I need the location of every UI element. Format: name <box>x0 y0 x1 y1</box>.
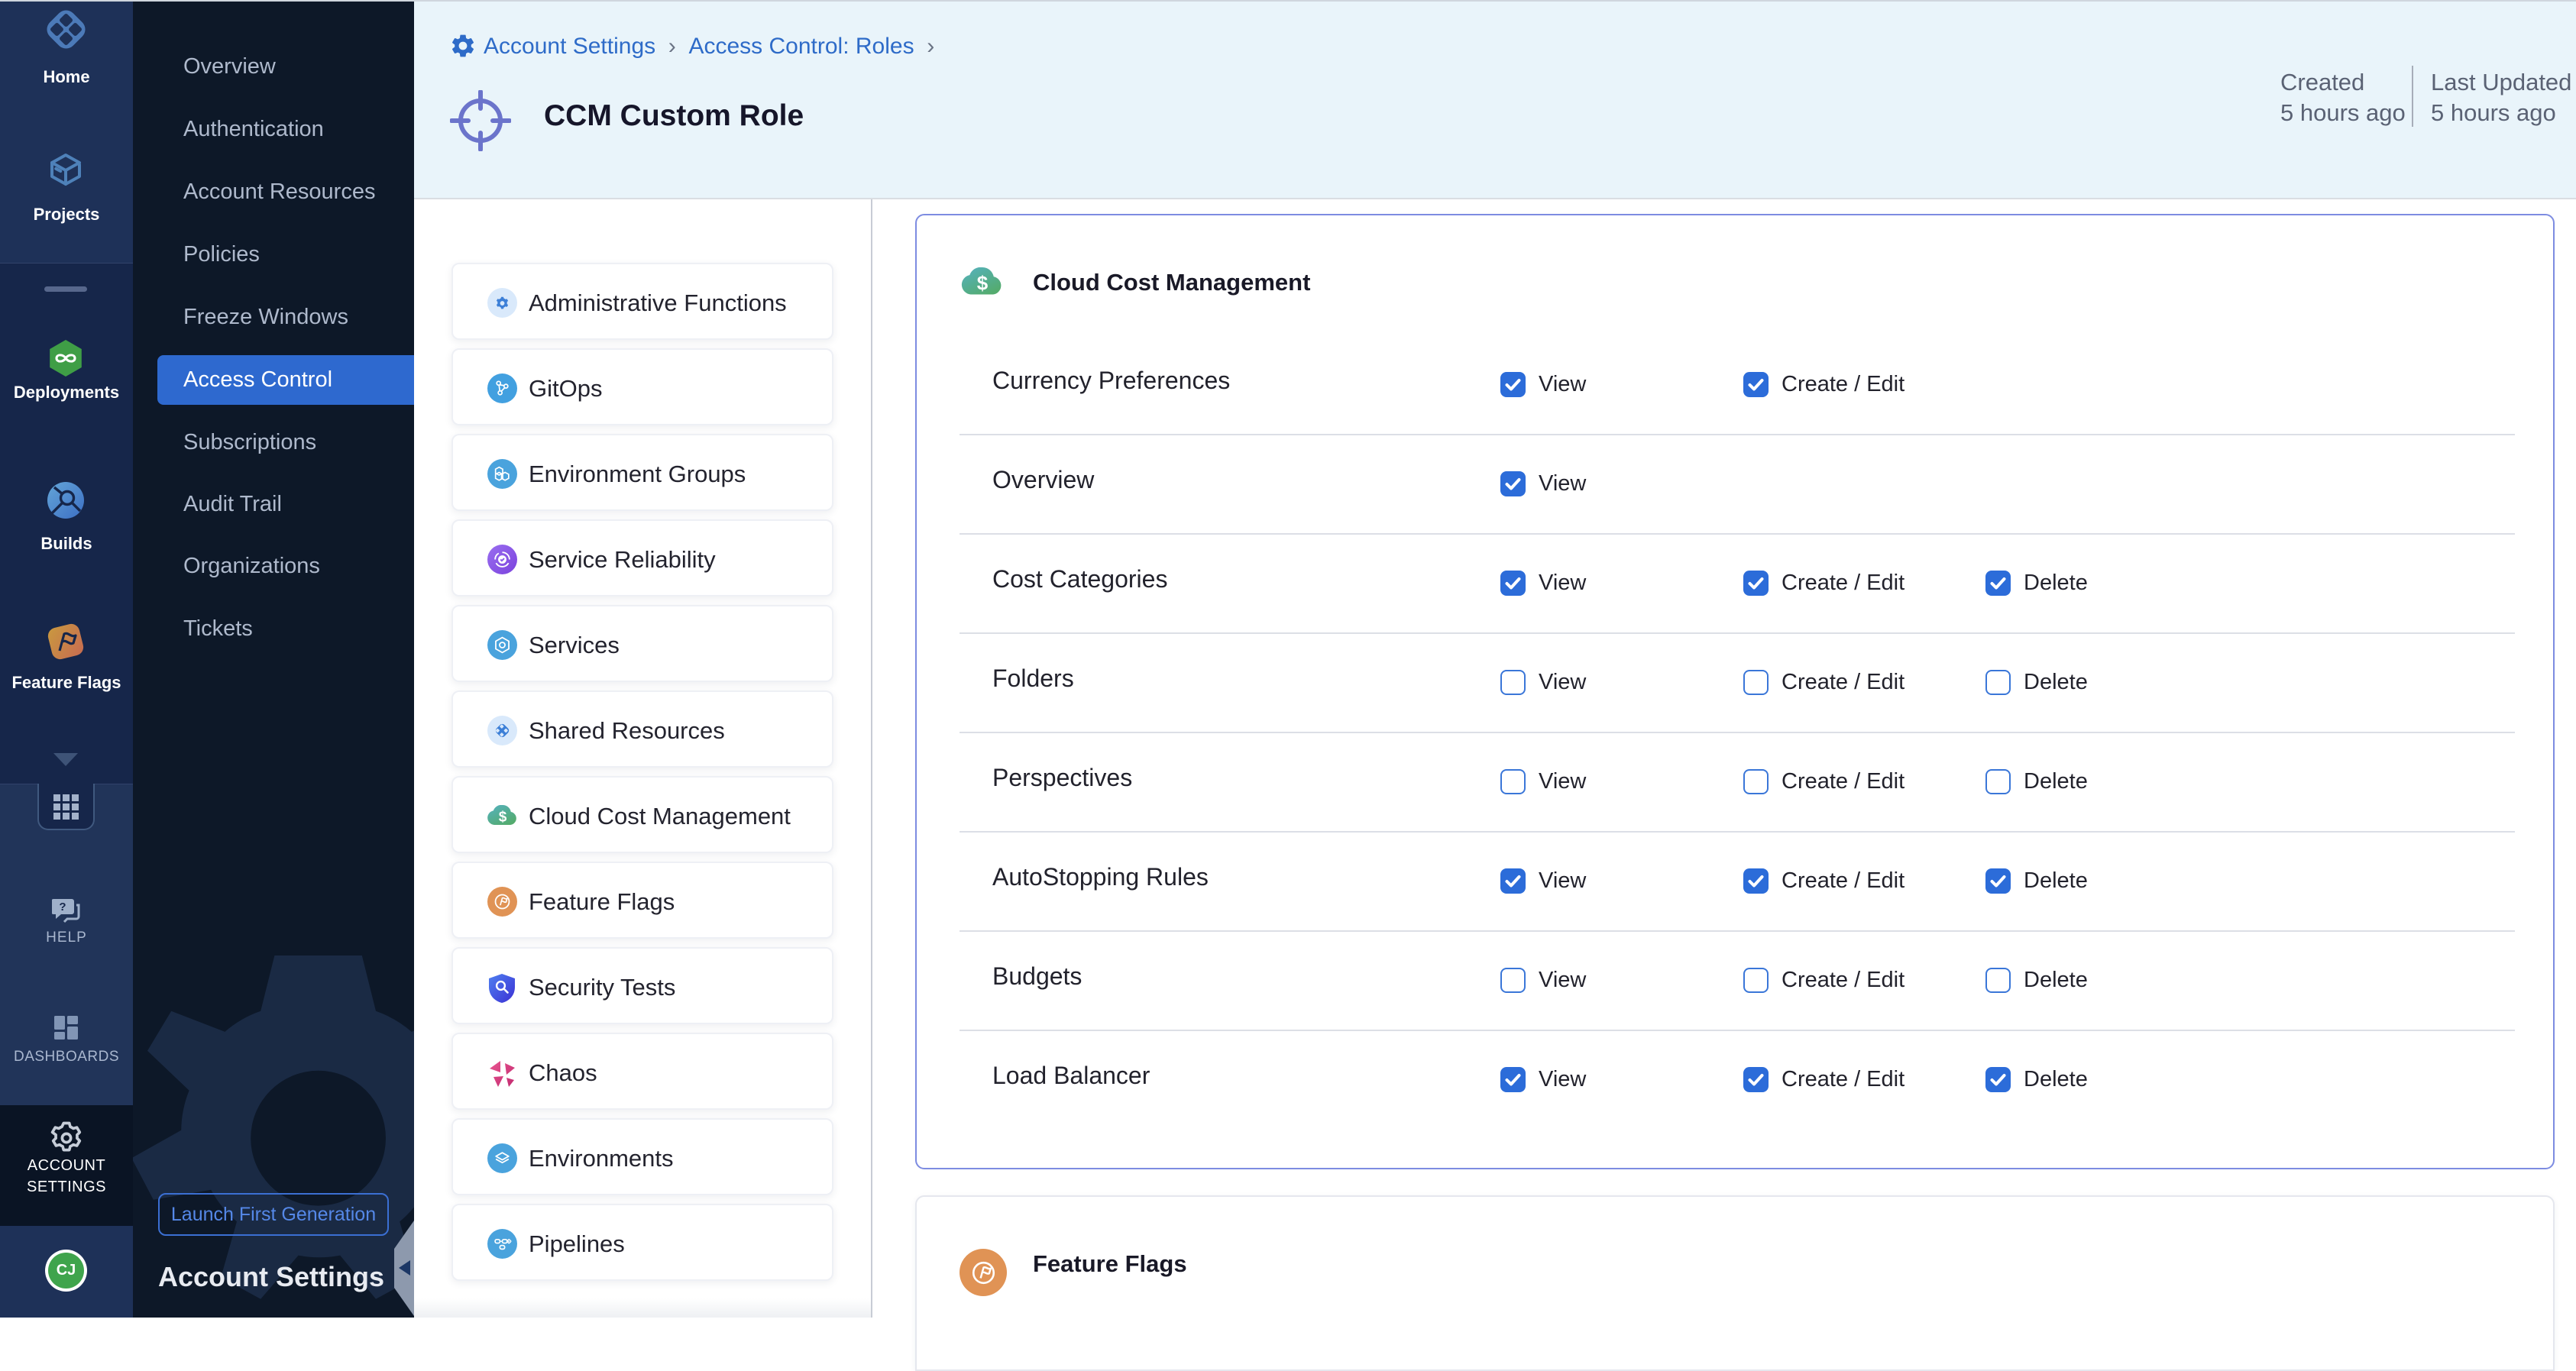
svg-text:?: ? <box>59 901 66 913</box>
svg-text:$: $ <box>499 810 507 826</box>
svg-text:$: $ <box>977 271 989 294</box>
